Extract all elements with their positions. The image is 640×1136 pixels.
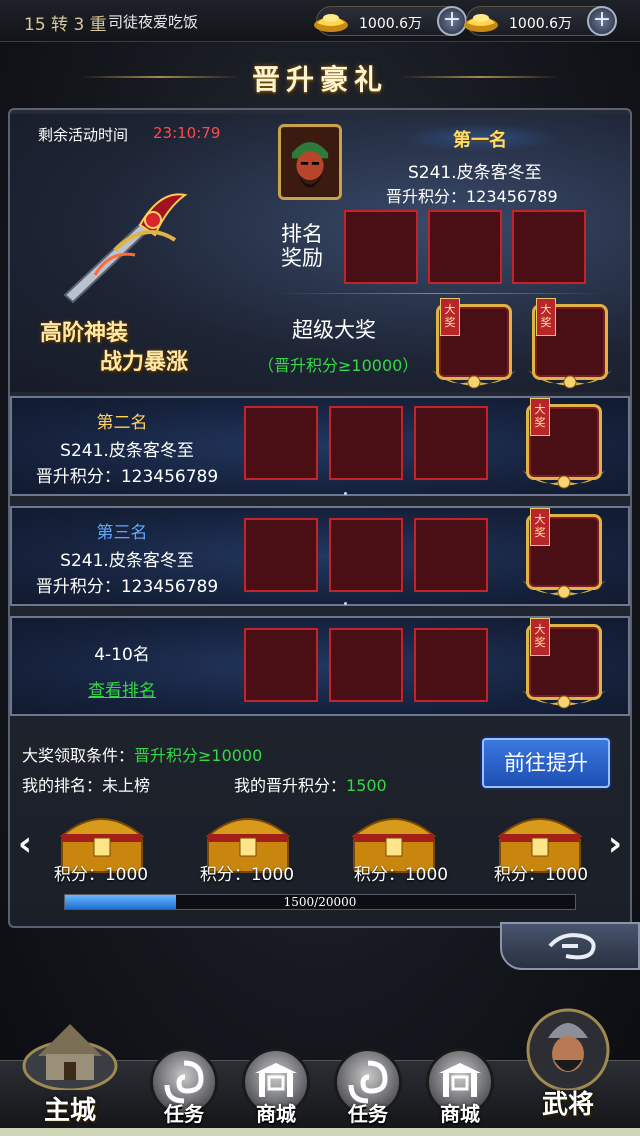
gold-ingot-icon [464, 14, 498, 32]
first-place-avatar[interactable] [278, 124, 342, 200]
nav-label: 商城 [440, 1102, 480, 1126]
scroll-left-arrow-icon[interactable]: ‹ [10, 822, 40, 866]
condition-value: 晋升积分≥10000 [134, 746, 263, 765]
main-city-button[interactable]: 主城 [20, 1010, 120, 1126]
second-reward-slot-3[interactable] [414, 406, 488, 480]
currency-amount-1: 1000.6万 [359, 16, 422, 32]
player-rank: 15 转 3 重 [24, 15, 107, 35]
range-reward-slot-3[interactable] [414, 628, 488, 702]
rank-name: 第三名 [96, 523, 148, 543]
grand-prize-title: 超级大奖 [292, 318, 376, 342]
rank-name: 第二名 [96, 413, 148, 433]
wings-icon [528, 370, 612, 389]
rank-score: 晋升积分：123456789 [35, 577, 219, 597]
first-server-name: S241.皮条客冬至 [408, 163, 542, 183]
reward-divider [276, 293, 606, 294]
currency-gold-1: 1000.6万 + [314, 6, 467, 36]
rank-server: S241.皮条客冬至 [60, 551, 194, 571]
wings-icon [432, 370, 516, 389]
top-status-bar: 15 转 3 重 司徒夜爱吃饭 1000.6万 + 1000.6万 + [0, 0, 640, 42]
grand-prize-slot-1[interactable]: 大奖 [432, 298, 516, 389]
scroll-right-arrow-icon[interactable]: › [600, 822, 630, 866]
return-button[interactable] [500, 922, 640, 970]
second-grand-prize-slot[interactable]: 大奖 [522, 398, 606, 489]
range-reward-slot-1[interactable] [244, 628, 318, 702]
bottom-strip [0, 1128, 640, 1136]
my-score-label: 我的晋升积分： [234, 776, 347, 795]
grand-prize-tag: 大奖 [440, 298, 460, 336]
rank-server: S241.皮条客冬至 [60, 441, 194, 461]
go-upgrade-button[interactable]: 前往提升 [482, 738, 610, 788]
grand-prize-condition-row: 大奖领取条件：晋升积分≥10000 [22, 742, 262, 766]
gold-ingot-icon [314, 14, 348, 32]
currency-gold-2: 1000.6万 + [464, 6, 617, 36]
countdown-time: 23:10:79 [153, 124, 221, 142]
my-score-row: 我的晋升积分：1500 [234, 772, 387, 796]
second-reward-slot-2[interactable] [329, 406, 403, 480]
first-reward-slot-1[interactable] [344, 210, 418, 284]
first-reward-slot-3[interactable] [512, 210, 586, 284]
second-reward-slot-1[interactable] [244, 406, 318, 480]
add-currency-button-2[interactable]: + [587, 6, 617, 36]
currency-amount-2: 1000.6万 [509, 16, 572, 32]
player-name: 司徒夜爱吃饭 [108, 13, 199, 31]
wings-icon [522, 690, 606, 709]
my-score-value: 1500 [346, 776, 387, 795]
chest-points-label: 积分：1000 [53, 865, 149, 885]
range-grand-prize-slot[interactable]: 大奖 [522, 618, 606, 709]
general-button[interactable]: 武将 [518, 1000, 618, 1120]
rank-reward-label: 排名 奖励 [281, 222, 323, 270]
nav-label: 任务 [164, 1102, 204, 1126]
chest-points-label: 积分：1000 [199, 865, 295, 885]
progress-text: 1500/20000 [283, 895, 357, 909]
grand-prize-slot-2[interactable]: 大奖 [528, 298, 612, 389]
grand-prize-tag: 大奖 [530, 398, 550, 436]
sparkle-dot [344, 602, 347, 605]
points-progress-bar: 1500/20000 [64, 894, 576, 910]
grand-prize-tag: 大奖 [530, 508, 550, 546]
third-grand-prize-slot[interactable]: 大奖 [522, 508, 606, 599]
page-title: 晋升豪礼 [251, 63, 388, 96]
grand-prize-condition: （晋升积分≥10000） [258, 356, 419, 375]
general-label: 武将 [541, 1090, 594, 1120]
general-portrait-icon [526, 1008, 610, 1092]
sparkle-dot [344, 492, 347, 495]
chest-points-label: 积分：1000 [353, 865, 449, 885]
range-reward-slot-2[interactable] [329, 628, 403, 702]
slogan-line-1: 高阶神装 [40, 320, 129, 346]
nav-label: 任务 [348, 1102, 388, 1126]
countdown-label: 剩余活动时间 [38, 126, 129, 144]
third-reward-slot-2[interactable] [329, 518, 403, 592]
condition-label: 大奖领取条件： [22, 746, 135, 765]
grand-prize-tag: 大奖 [530, 618, 550, 656]
castle-icon [22, 1024, 118, 1092]
slogan-line-2: 战力暴涨 [100, 349, 189, 375]
rank-name: 4-10名 [94, 645, 150, 665]
my-rank: 我的排名：未上榜 [22, 776, 151, 795]
third-reward-slot-3[interactable] [414, 518, 488, 592]
rank-score: 晋升积分：123456789 [35, 467, 219, 487]
wings-icon [522, 580, 606, 599]
chest-points-label: 积分：1000 [493, 865, 589, 885]
first-reward-slot-2[interactable] [428, 210, 502, 284]
first-score: 晋升积分：123456789 [386, 187, 558, 206]
main-city-label: 主城 [43, 1096, 96, 1126]
first-rank-label: 第一名 [453, 130, 507, 151]
grand-prize-tag: 大奖 [536, 298, 556, 336]
nav-label: 商城 [256, 1102, 296, 1126]
return-arrow-icon [548, 933, 596, 960]
third-reward-slot-1[interactable] [244, 518, 318, 592]
view-ranking-link[interactable]: 查看排名 [12, 676, 232, 701]
wings-icon [522, 470, 606, 489]
weapon-icon [63, 193, 188, 304]
